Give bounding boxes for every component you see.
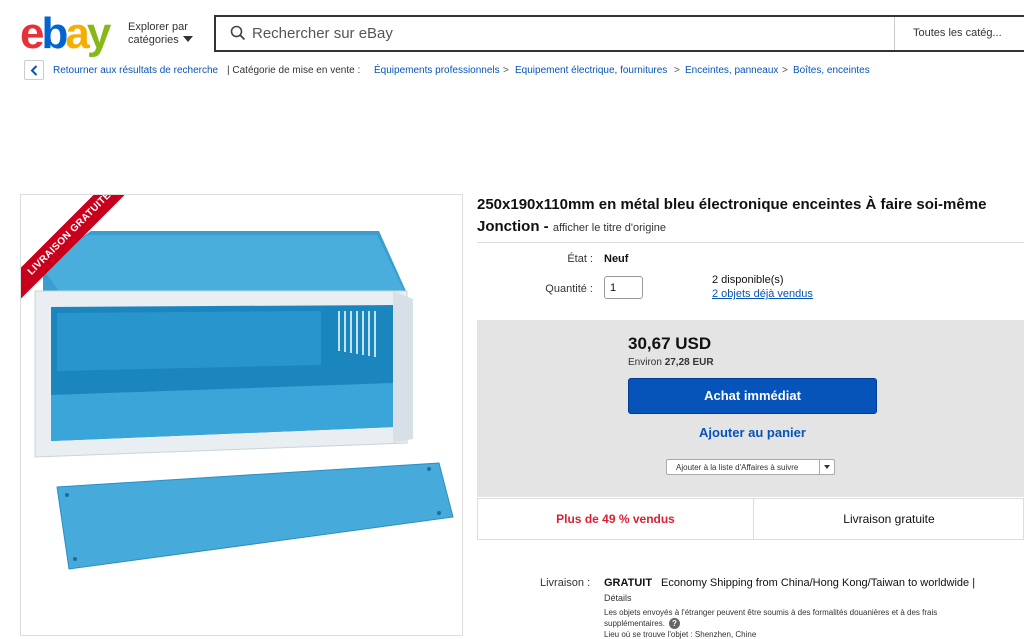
shipping-details-link[interactable]: Détails xyxy=(604,593,632,603)
shipping-label: Livraison : xyxy=(540,577,591,589)
buy-box: 30,67 USD Environ 27,28 EUR Achat immédi… xyxy=(477,320,1024,497)
customs-note: Les objets envoyés à l'étranger peuvent … xyxy=(604,607,984,629)
breadcrumb: Retourner aux résultats de recherche | C… xyxy=(24,60,1024,80)
breadcrumb-separator: > xyxy=(782,65,788,76)
watchlist-label: Ajouter à la liste d'Affaires à suivre xyxy=(676,463,799,472)
listed-in-label: | Catégorie de mise en vente : xyxy=(227,65,361,76)
item-location: Lieu où se trouve l'objet : Shenzhen, Ch… xyxy=(604,630,757,639)
breadcrumb-separator: > xyxy=(503,65,509,76)
search-category-select[interactable]: Toutes les catég... xyxy=(894,17,1024,50)
customs-note-text: Les objets envoyés à l'étranger peuvent … xyxy=(604,608,938,628)
search-icon xyxy=(230,25,246,41)
caret-down-icon xyxy=(824,465,830,469)
add-to-watchlist-button[interactable]: Ajouter à la liste d'Affaires à suivre xyxy=(666,459,835,475)
approx-value: 27,28 EUR xyxy=(664,357,714,368)
price: 30,67 USD xyxy=(628,334,712,353)
product-title: 250x190x110mm en métal bleu électronique… xyxy=(477,194,1024,239)
enclosure-picture xyxy=(34,231,454,570)
quantity-label: Quantité : xyxy=(545,283,593,295)
show-original-title-link[interactable]: afficher le titre d'origine xyxy=(553,222,666,234)
approx-price: Environ 27,28 EUR xyxy=(628,357,714,368)
watchlist-dropdown[interactable] xyxy=(819,460,834,474)
breadcrumb-item[interactable]: Équipements professionnels xyxy=(374,65,500,76)
approx-prefix: Environ xyxy=(628,357,662,368)
breadcrumb-item[interactable]: Boîtes, enceintes xyxy=(793,65,870,76)
sold-count-link[interactable]: 2 objets déjà vendus xyxy=(712,288,813,300)
shop-by-line2: catégories xyxy=(128,34,179,46)
free-shipping-badge: Livraison gratuite xyxy=(843,512,935,526)
breadcrumb-separator: > xyxy=(674,65,680,76)
breadcrumb-item[interactable]: Equipement électrique, fournitures xyxy=(515,65,667,76)
shipping-cost: GRATUIT xyxy=(604,577,653,589)
quantity-input[interactable]: 1 xyxy=(604,276,643,299)
availability: 2 disponible(s) xyxy=(712,274,784,286)
header: ebay Explorer par catégories Rechercher … xyxy=(0,0,1024,60)
help-icon[interactable]: ? xyxy=(668,618,680,629)
back-button[interactable] xyxy=(24,60,44,80)
back-to-results-link[interactable]: Retourner aux résultats de recherche xyxy=(53,65,218,76)
sales-stats: Plus de 49 % vendus Livraison gratuite xyxy=(477,498,1024,540)
search-input[interactable]: Rechercher sur eBay xyxy=(252,25,393,42)
shipping-method: Economy Shipping from China/Hong Kong/Ta… xyxy=(661,577,976,589)
shop-by-category-button[interactable]: Explorer par catégories xyxy=(128,21,193,47)
buy-now-button[interactable]: Achat immédiat xyxy=(628,378,877,414)
add-to-cart-button[interactable]: Ajouter au panier xyxy=(628,425,877,440)
condition-value: Neuf xyxy=(604,253,629,265)
ebay-logo[interactable]: ebay xyxy=(20,12,111,56)
divider xyxy=(477,242,1024,243)
chevron-left-icon xyxy=(30,65,38,76)
sold-percent: Plus de 49 % vendus xyxy=(478,499,754,539)
condition-label: État : xyxy=(567,253,593,265)
breadcrumb-item[interactable]: Enceintes, panneaux xyxy=(685,65,778,76)
product-image[interactable]: LIVRAISON GRATUITE xyxy=(20,194,463,636)
shop-by-line1: Explorer par xyxy=(128,21,188,33)
caret-down-icon xyxy=(182,36,193,42)
search-bar: Rechercher sur eBay Toutes les catég... xyxy=(214,15,1024,52)
